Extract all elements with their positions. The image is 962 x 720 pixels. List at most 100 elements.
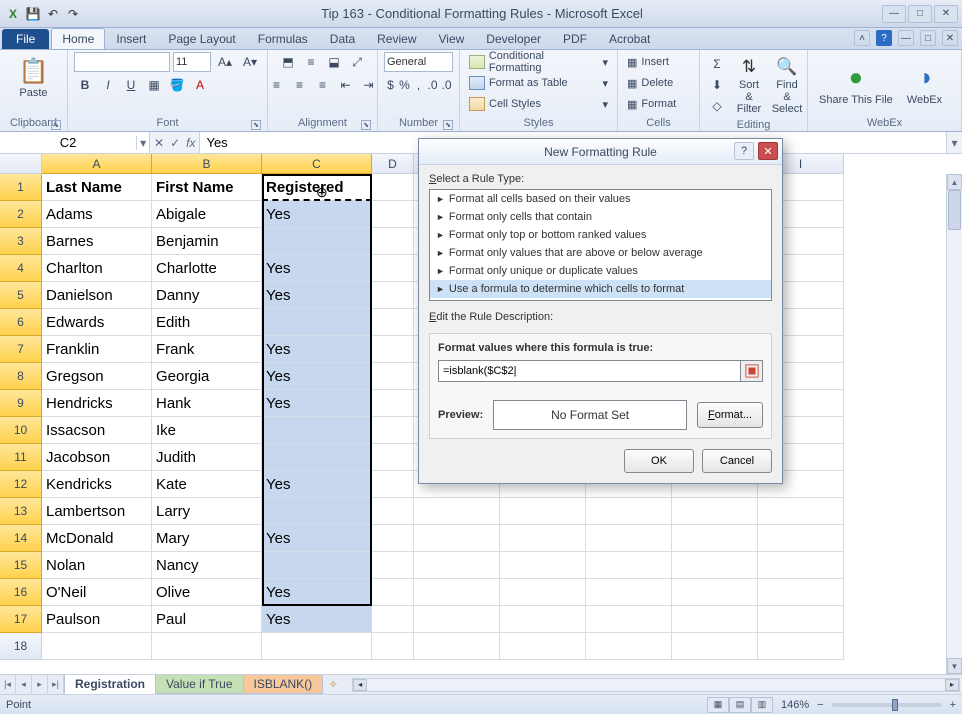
row-header[interactable]: 15 <box>0 552 42 579</box>
cell[interactable] <box>414 525 500 552</box>
dialog-help-icon[interactable]: ? <box>734 142 754 160</box>
cell[interactable]: Paulson <box>42 606 152 633</box>
zoom-handle[interactable] <box>892 699 898 711</box>
formula-input-field[interactable] <box>438 360 741 382</box>
column-header[interactable]: D <box>372 154 414 174</box>
cell[interactable] <box>414 633 500 660</box>
column-header[interactable]: C <box>262 154 372 174</box>
zoom-level[interactable]: 146% <box>781 699 809 711</box>
tab-developer[interactable]: Developer <box>475 28 552 49</box>
cell[interactable]: Yes <box>262 363 372 390</box>
cell[interactable] <box>414 552 500 579</box>
rule-type-list[interactable]: ►Format all cells based on their values►… <box>429 189 772 301</box>
cell[interactable]: Franklin <box>42 336 152 363</box>
normal-view-icon[interactable]: ▦ <box>707 697 729 713</box>
cell[interactable]: Yes <box>262 606 372 633</box>
scroll-down-icon[interactable]: ▼ <box>947 658 962 674</box>
cell[interactable]: Last Name <box>42 174 152 201</box>
cell[interactable]: Ike <box>152 417 262 444</box>
name-box-input[interactable] <box>0 135 136 150</box>
zoom-out-icon[interactable]: − <box>817 699 823 711</box>
cell[interactable]: Nancy <box>152 552 262 579</box>
ok-button[interactable]: OK <box>624 449 694 473</box>
row-header[interactable]: 16 <box>0 579 42 606</box>
shrink-font-icon[interactable]: A▾ <box>239 52 261 72</box>
cell-styles-button[interactable]: Cell Styles▾ <box>466 94 611 114</box>
rule-type-item[interactable]: ►Format only top or bottom ranked values <box>430 226 771 244</box>
cell[interactable]: Adams <box>42 201 152 228</box>
cell[interactable]: Charlotte <box>152 255 262 282</box>
cell[interactable] <box>262 309 372 336</box>
range-picker-icon[interactable] <box>741 360 763 382</box>
cell[interactable] <box>586 579 672 606</box>
rule-type-item[interactable]: ►Use a formula to determine which cells … <box>430 280 771 298</box>
tab-formulas[interactable]: Formulas <box>247 28 319 49</box>
save-icon[interactable]: 💾 <box>24 5 42 23</box>
cell[interactable] <box>372 309 414 336</box>
cell[interactable] <box>262 444 372 471</box>
cell[interactable]: Kendricks <box>42 471 152 498</box>
cell[interactable] <box>672 498 758 525</box>
cell[interactable] <box>372 498 414 525</box>
row-header[interactable]: 6 <box>0 309 42 336</box>
cell[interactable] <box>586 606 672 633</box>
select-all-corner[interactable] <box>0 154 42 174</box>
tab-view[interactable]: View <box>428 28 476 49</box>
enter-formula-icon[interactable]: ✓ <box>170 136 180 150</box>
row-header[interactable]: 11 <box>0 444 42 471</box>
row-header[interactable]: 5 <box>0 282 42 309</box>
indent-dec-icon[interactable]: ⇤ <box>335 75 357 95</box>
cell[interactable]: Edwards <box>42 309 152 336</box>
find-select-button[interactable]: 🔍Find & Select <box>770 52 804 118</box>
cell[interactable]: Yes <box>262 282 372 309</box>
row-header[interactable]: 1 <box>0 174 42 201</box>
tab-data[interactable]: Data <box>319 28 366 49</box>
column-header[interactable]: A <box>42 154 152 174</box>
align-middle-icon[interactable]: ≡ <box>300 52 322 72</box>
indent-inc-icon[interactable]: ⇥ <box>358 75 380 95</box>
cell[interactable]: Georgia <box>152 363 262 390</box>
sheet-nav-next-icon[interactable]: ▸ <box>32 675 48 694</box>
row-header[interactable]: 14 <box>0 525 42 552</box>
number-launcher-icon[interactable]: ⬊ <box>443 120 453 130</box>
font-launcher-icon[interactable]: ⬊ <box>251 120 261 130</box>
cell[interactable]: Frank <box>152 336 262 363</box>
cell[interactable]: Kate <box>152 471 262 498</box>
sheet-tab-registration[interactable]: Registration <box>64 675 156 694</box>
tab-home[interactable]: Home <box>51 28 105 49</box>
format-button[interactable]: Format... <box>697 402 763 428</box>
cell[interactable] <box>262 228 372 255</box>
zoom-slider[interactable] <box>832 703 942 707</box>
cell[interactable]: Olive <box>152 579 262 606</box>
comma-icon[interactable]: , <box>412 75 425 95</box>
font-name-combo[interactable] <box>74 52 170 72</box>
cell[interactable]: Yes <box>262 336 372 363</box>
cell[interactable]: Yes <box>262 201 372 228</box>
align-top-icon[interactable]: ⬒ <box>277 52 299 72</box>
format-as-table-button[interactable]: Format as Table▾ <box>466 73 611 93</box>
cell[interactable] <box>672 606 758 633</box>
cell[interactable] <box>372 228 414 255</box>
cell[interactable]: Barnes <box>42 228 152 255</box>
redo-icon[interactable]: ↷ <box>64 5 82 23</box>
row-header[interactable]: 10 <box>0 417 42 444</box>
autosum-icon[interactable]: Σ <box>706 54 728 74</box>
tab-acrobat[interactable]: Acrobat <box>598 28 661 49</box>
cell[interactable]: Issacson <box>42 417 152 444</box>
help-icon[interactable]: ? <box>876 30 892 46</box>
cell[interactable]: Abigale <box>152 201 262 228</box>
cell[interactable]: Judith <box>152 444 262 471</box>
row-header[interactable]: 12 <box>0 471 42 498</box>
expand-formula-bar-icon[interactable]: ▾ <box>946 132 962 153</box>
cell[interactable]: Benjamin <box>152 228 262 255</box>
insert-cells-button[interactable]: ▦Insert <box>624 52 693 72</box>
row-header[interactable]: 3 <box>0 228 42 255</box>
cell[interactable] <box>500 498 586 525</box>
cell[interactable] <box>372 579 414 606</box>
number-format-combo[interactable]: General <box>384 52 453 72</box>
cell[interactable] <box>372 444 414 471</box>
sheet-tab-isblank[interactable]: ISBLANK() <box>243 675 324 694</box>
cell[interactable] <box>672 552 758 579</box>
row-header[interactable]: 17 <box>0 606 42 633</box>
rule-type-item[interactable]: ►Format only cells that contain <box>430 208 771 226</box>
